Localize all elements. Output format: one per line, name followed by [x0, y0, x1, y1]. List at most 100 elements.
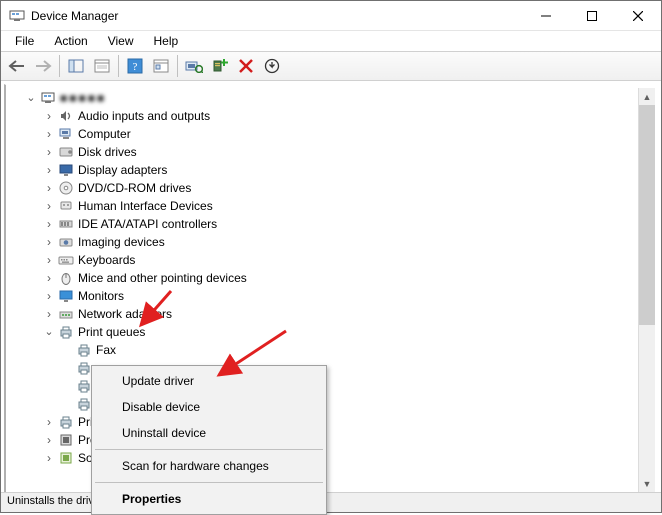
- ctx-disable-device[interactable]: Disable device: [94, 394, 324, 420]
- tree-item-label: Fax: [96, 343, 116, 357]
- tree-item-label: DVD/CD-ROM drives: [78, 181, 191, 195]
- toolbar: ?: [1, 51, 661, 81]
- menu-separator: [95, 449, 323, 450]
- category-item[interactable]: DVD/CD-ROM drives: [10, 179, 658, 197]
- computer-root-icon: [40, 90, 56, 106]
- expander-icon[interactable]: [42, 199, 56, 213]
- category-item[interactable]: Mice and other pointing devices: [10, 269, 658, 287]
- category-item[interactable]: Keyboards: [10, 251, 658, 269]
- expander-icon[interactable]: [42, 235, 56, 249]
- printer-icon: [76, 360, 92, 376]
- ctx-properties[interactable]: Properties: [94, 486, 324, 512]
- app-icon: [9, 8, 25, 24]
- monitor-icon: [58, 288, 74, 304]
- tree-item-label: Keyboards: [78, 253, 135, 267]
- tree-item-label: Disk drives: [78, 145, 137, 159]
- expander-icon[interactable]: [42, 289, 56, 303]
- tree-item-label: Imaging devices: [78, 235, 165, 249]
- hid-icon: [58, 198, 74, 214]
- scan-hardware-button[interactable]: [182, 54, 206, 78]
- expander-icon[interactable]: [42, 253, 56, 267]
- expander-icon: [60, 361, 74, 375]
- ctx-update-driver[interactable]: Update driver: [94, 368, 324, 394]
- close-button[interactable]: [615, 1, 661, 31]
- tree-item-label: Human Interface Devices: [78, 199, 213, 213]
- svg-text:?: ?: [133, 61, 138, 73]
- add-hardware-button[interactable]: [208, 54, 232, 78]
- scroll-down-button[interactable]: ▼: [639, 475, 655, 492]
- action-properties-button[interactable]: [149, 54, 173, 78]
- expander-icon[interactable]: [42, 109, 56, 123]
- vertical-scrollbar[interactable]: ▲ ▼: [638, 88, 655, 492]
- title-bar: Device Manager: [1, 1, 661, 31]
- expander-icon[interactable]: [42, 181, 56, 195]
- maximize-button[interactable]: [569, 1, 615, 31]
- category-item[interactable]: Disk drives: [10, 143, 658, 161]
- expander-icon[interactable]: [42, 271, 56, 285]
- properties-button[interactable]: [90, 54, 114, 78]
- printer-icon: [76, 396, 92, 412]
- scroll-up-button[interactable]: ▲: [639, 88, 655, 105]
- menu-help[interactable]: Help: [146, 32, 187, 50]
- disk-icon: [58, 144, 74, 160]
- menu-file[interactable]: File: [7, 32, 42, 50]
- expander-icon: [60, 343, 74, 357]
- category-item[interactable]: Network adapters: [10, 305, 658, 323]
- category-item[interactable]: Display adapters: [10, 161, 658, 179]
- network-icon: [58, 306, 74, 322]
- speaker-icon: [58, 108, 74, 124]
- category-item[interactable]: Monitors: [10, 287, 658, 305]
- tree-item-label: Monitors: [78, 289, 124, 303]
- menu-view[interactable]: View: [100, 32, 142, 50]
- soft-icon: [58, 450, 74, 466]
- tree-item-label: Print queues: [78, 325, 145, 339]
- expander-icon[interactable]: [42, 163, 56, 177]
- tree-item-label: Mice and other pointing devices: [78, 271, 247, 285]
- expander-icon[interactable]: [42, 415, 56, 429]
- forward-button[interactable]: [31, 54, 55, 78]
- tree-item-label: Audio inputs and outputs: [78, 109, 210, 123]
- imaging-icon: [58, 234, 74, 250]
- category-item[interactable]: Human Interface Devices: [10, 197, 658, 215]
- minimize-button[interactable]: [523, 1, 569, 31]
- printer-item[interactable]: Fax: [10, 341, 658, 359]
- category-print-queues[interactable]: Print queues: [10, 323, 658, 341]
- tree-root[interactable]: ■■■■■: [10, 89, 658, 107]
- update-driver-button[interactable]: [260, 54, 284, 78]
- cpu-icon: [58, 432, 74, 448]
- printer-icon: [58, 414, 74, 430]
- ctx-scan-for-hardware-changes[interactable]: Scan for hardware changes: [94, 453, 324, 479]
- category-item[interactable]: Imaging devices: [10, 233, 658, 251]
- expander-icon[interactable]: [42, 307, 56, 321]
- disc-icon: [58, 180, 74, 196]
- printer-icon: [58, 324, 74, 340]
- printer-icon: [76, 342, 92, 358]
- show-hide-tree-button[interactable]: [64, 54, 88, 78]
- category-item[interactable]: IDE ATA/ATAPI controllers: [10, 215, 658, 233]
- category-item[interactable]: Computer: [10, 125, 658, 143]
- expander-icon: [60, 397, 74, 411]
- expander-icon[interactable]: [42, 217, 56, 231]
- tree-item-label: Computer: [78, 127, 131, 141]
- back-button[interactable]: [5, 54, 29, 78]
- expander-icon[interactable]: [42, 451, 56, 465]
- tree-item-label: ■■■■■: [60, 91, 106, 105]
- expander-icon[interactable]: [42, 433, 56, 447]
- category-item[interactable]: Audio inputs and outputs: [10, 107, 658, 125]
- menu-action[interactable]: Action: [46, 32, 95, 50]
- ide-icon: [58, 216, 74, 232]
- help-button[interactable]: ?: [123, 54, 147, 78]
- display-icon: [58, 162, 74, 178]
- expander-icon[interactable]: [42, 325, 56, 339]
- ctx-uninstall-device[interactable]: Uninstall device: [94, 420, 324, 446]
- expander-icon[interactable]: [42, 127, 56, 141]
- expander-icon[interactable]: [24, 91, 38, 105]
- mouse-icon: [58, 270, 74, 286]
- scroll-thumb[interactable]: [639, 105, 655, 325]
- expander-icon[interactable]: [42, 145, 56, 159]
- tree-item-label: Network adapters: [78, 307, 172, 321]
- uninstall-button[interactable]: [234, 54, 258, 78]
- menu-separator: [95, 482, 323, 483]
- printer-icon: [76, 378, 92, 394]
- expander-icon: [60, 379, 74, 393]
